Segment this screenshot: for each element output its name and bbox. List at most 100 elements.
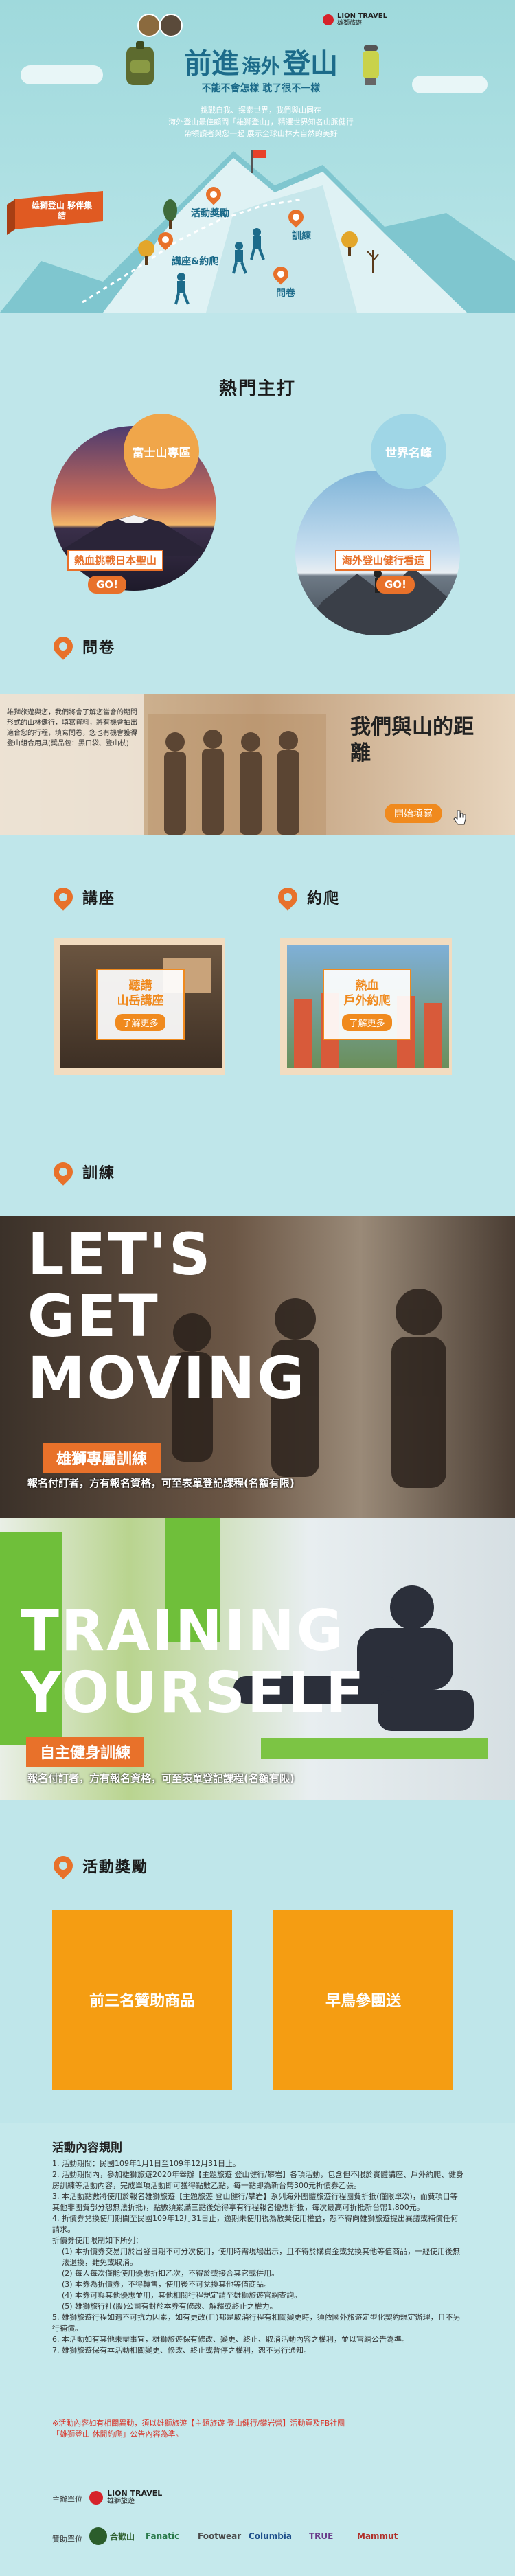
training-label-1: 雄獅專屬訓練 — [43, 1443, 161, 1473]
rules-section: 活動內容規則 1. 活動期間：民國109年1月1日至109年12月31日止。 2… — [0, 2123, 515, 2576]
sponsor-name: Fanatic — [146, 2531, 180, 2541]
fuji-go-button[interactable]: GO! — [88, 576, 126, 594]
intro-line: 挑戰自我、探索世界，我們與山同在 — [201, 106, 321, 115]
survey-start-button[interactable]: 開始填寫 — [385, 804, 442, 823]
hand-cursor-icon — [453, 810, 466, 825]
fuji-badge: 富士山專區 — [124, 414, 199, 489]
brand-en: LION TRAVEL — [107, 2489, 163, 2498]
training-heading: 訓練 — [49, 1158, 116, 1186]
brand-cn: 雄獅旅遊 — [337, 20, 363, 27]
club-logo-icon — [159, 14, 183, 37]
lecture-heading-text: 講座 — [82, 890, 116, 907]
survey-heading-text: 問卷 — [82, 640, 116, 657]
title-part: 前進 — [183, 48, 239, 80]
tree-icon — [138, 240, 154, 265]
lion-logo-icon — [323, 14, 334, 25]
training-line: YOURSELF — [21, 1660, 367, 1726]
rules-list: 1. 活動期間：民國109年1月1日至109年12月31日止。 2. 活動期間內… — [52, 2158, 464, 2356]
organizer-logo: LION TRAVEL 雄獅旅遊 — [89, 2489, 162, 2506]
pin-icon — [49, 883, 77, 911]
fuji-tag[interactable]: 熱血挑戰日本聖山 — [67, 550, 164, 571]
hero-banner: LION TRAVEL 雄獅旅遊 前進 海外 登山 不能不會怎樣 耽了很不一樣 挑戰… — [0, 0, 515, 313]
climb-heading-text: 約爬 — [307, 890, 341, 907]
tree-icon — [163, 199, 177, 229]
cloud — [21, 65, 103, 84]
lecture-more-button[interactable]: 了解更多 — [115, 1013, 165, 1031]
organizer-label: 主辦單位 — [52, 2495, 82, 2504]
lecture-line: 聽講 — [128, 978, 152, 993]
label-survey[interactable]: 問卷 — [276, 286, 295, 300]
sponsor-logo: Footwear — [198, 2527, 241, 2546]
rule-item: (4) 本券可與其他優惠並用，其他相關行程規定請至雄獅旅遊官網查詢。 — [62, 2291, 302, 2300]
hiker-icon — [174, 273, 190, 305]
training-banner-1[interactable]: LET'S GET MOVING 雄獅專屬訓練 報名付訂者，方有報名資格，可至表… — [0, 1216, 515, 1518]
sponsor-name: Mammut — [357, 2531, 398, 2541]
tree-icon — [367, 250, 379, 273]
rule-item: 2. 活動期間內，參加雄獅旅遊2020年舉辦【主題旅遊 登山健行/攀岩】各項活動… — [52, 2170, 464, 2190]
peaks-go-button[interactable]: GO! — [376, 576, 415, 594]
climb-line: 戶外約爬 — [343, 993, 391, 1008]
rule-item: (5) 雄獅旅行社(股)公司有對於本券有修改、解釋或終止之權力。 — [62, 2302, 277, 2311]
climb-heading: 約爬 — [274, 883, 341, 911]
survey-banner: 雄獅旅遊與您，我們將會了解您當會的期間形式的山林健行，填寫資料，將有機會抽出適合… — [0, 694, 515, 835]
rules-note: 「雄獅登山 休閒約爬」公告內容為準。 — [52, 2430, 183, 2439]
sponsor-logo: TRUE — [309, 2527, 333, 2546]
cloud — [412, 76, 488, 93]
tree-icon — [341, 231, 358, 256]
pin-icon — [49, 1852, 77, 1879]
training-sub-2: 報名付訂者，方有報名資格，可至表單登記課程(名額有限) — [27, 1772, 295, 1785]
rule-item: (3) 本券為折價券，不得轉售，使用後不可兌換其他等值商品。 — [62, 2280, 272, 2289]
lecture-box: 聽講 山岳講座 了解更多 — [96, 969, 185, 1040]
pin-icon — [49, 633, 77, 660]
hiker-icon — [250, 228, 265, 260]
training-line: TRAINING — [21, 1598, 345, 1664]
training-banner-2[interactable]: TRAINING YOURSELF 自主健身訓練 報名付訂者，方有報名資格，可至… — [0, 1518, 515, 1800]
intro-line: 海外登山最佳顧問「雄獅登山」，精選世界知名山脈健行 — [168, 117, 354, 126]
sponsor-name: 合歡山 — [110, 2531, 135, 2542]
pin-icon — [274, 883, 301, 911]
rule-item: (1) 本折價券交易用於出發日期不可分次使用，使用時需現場出示，且不得於購買金或… — [62, 2247, 461, 2267]
sponsor-logo: Columbia — [249, 2527, 292, 2546]
label-training[interactable]: 訓練 — [292, 229, 311, 242]
training-heading-text: 訓練 — [82, 1165, 116, 1182]
label-activity[interactable]: 活動獎勵 — [191, 206, 229, 220]
rule-item: (2) 每人每次僅能使用優惠折扣乙次，不得於或接合其它或併用。 — [62, 2269, 279, 2278]
sponsor-logo: 合歡山 — [89, 2527, 135, 2546]
rule-item: 3. 本活動點數將使用於報名雄獅旅遊【主題旅遊 登山健行/攀岩】系列海外團體旅遊… — [52, 2192, 458, 2212]
peaks-tag[interactable]: 海外登山健行看這 — [335, 550, 432, 571]
reward-box-top3[interactable]: 前三名贊助商品 — [52, 1910, 232, 2090]
lecture-line: 山岳講座 — [117, 993, 164, 1008]
lion-logo-icon — [89, 2491, 103, 2505]
hero-slogan: 不能不會怎樣 耽了很不一樣 — [201, 83, 321, 94]
climb-more-button[interactable]: 了解更多 — [342, 1013, 392, 1031]
rule-item: 1. 活動期間：民國109年1月1日至109年12月31日止。 — [52, 2159, 240, 2168]
reward-box-early-bird[interactable]: 早鳥參團送 — [273, 1910, 453, 2090]
label-lecture[interactable]: 講座&約爬 — [172, 254, 218, 268]
rule-item: 6. 本活動如有其他未盡事宜，雄獅旅遊保有修改、變更、終止、取消活動內容之權利，… — [52, 2335, 409, 2344]
club-logo-icon — [137, 14, 161, 37]
reward-heading: 活動獎勵 — [49, 1852, 148, 1879]
climb-box: 熱血 戶外約爬 了解更多 — [323, 969, 411, 1040]
lion-travel-logo: LION TRAVEL 雄獅旅遊 — [323, 12, 387, 27]
title-part: 海外 — [241, 55, 280, 78]
hero-title: 前進 海外 登山 — [165, 41, 357, 81]
brand-en: LION TRAVEL — [337, 12, 387, 20]
lecture-heading: 講座 — [49, 883, 116, 911]
backpack-icon — [126, 41, 154, 85]
climb-line: 熱血 — [355, 978, 379, 993]
rule-item: 折價券使用限制如下所列： — [52, 2236, 143, 2245]
peaks-badge: 世界名峰 — [371, 414, 446, 489]
ribbon-text: 雄獅登山 夥伴集結 — [31, 201, 93, 221]
hot-title: 熱門主打 — [218, 379, 296, 399]
lantern-icon — [363, 45, 379, 85]
training-sub-1: 報名付訂者，方有報名資格，可至表單登記課程(名額有限) — [27, 1477, 295, 1489]
survey-heading: 問卷 — [49, 633, 116, 660]
rules-note: ※活動內容如有相關異動，須以雄獅旅遊【主題旅遊 登山健行/攀岩營】活動頁及FB社… — [52, 2419, 345, 2428]
rule-item: 7. 雄獅旅遊保有本活動相關變更、修改、終止或暫停之權利，恕不另行通知。 — [52, 2346, 311, 2355]
sponsor-icon — [89, 2527, 107, 2545]
training-label-2: 自主健身訓練 — [26, 1737, 145, 1767]
survey-text: 雄獅旅遊與您，我們將會了解您當會的期間形式的山林健行，填寫資料，將有機會抽出適合… — [7, 709, 137, 747]
moving-line: GET — [27, 1283, 160, 1350]
sponsor-logo: Fanatic — [146, 2527, 179, 2546]
title-part: 登山 — [283, 48, 338, 80]
